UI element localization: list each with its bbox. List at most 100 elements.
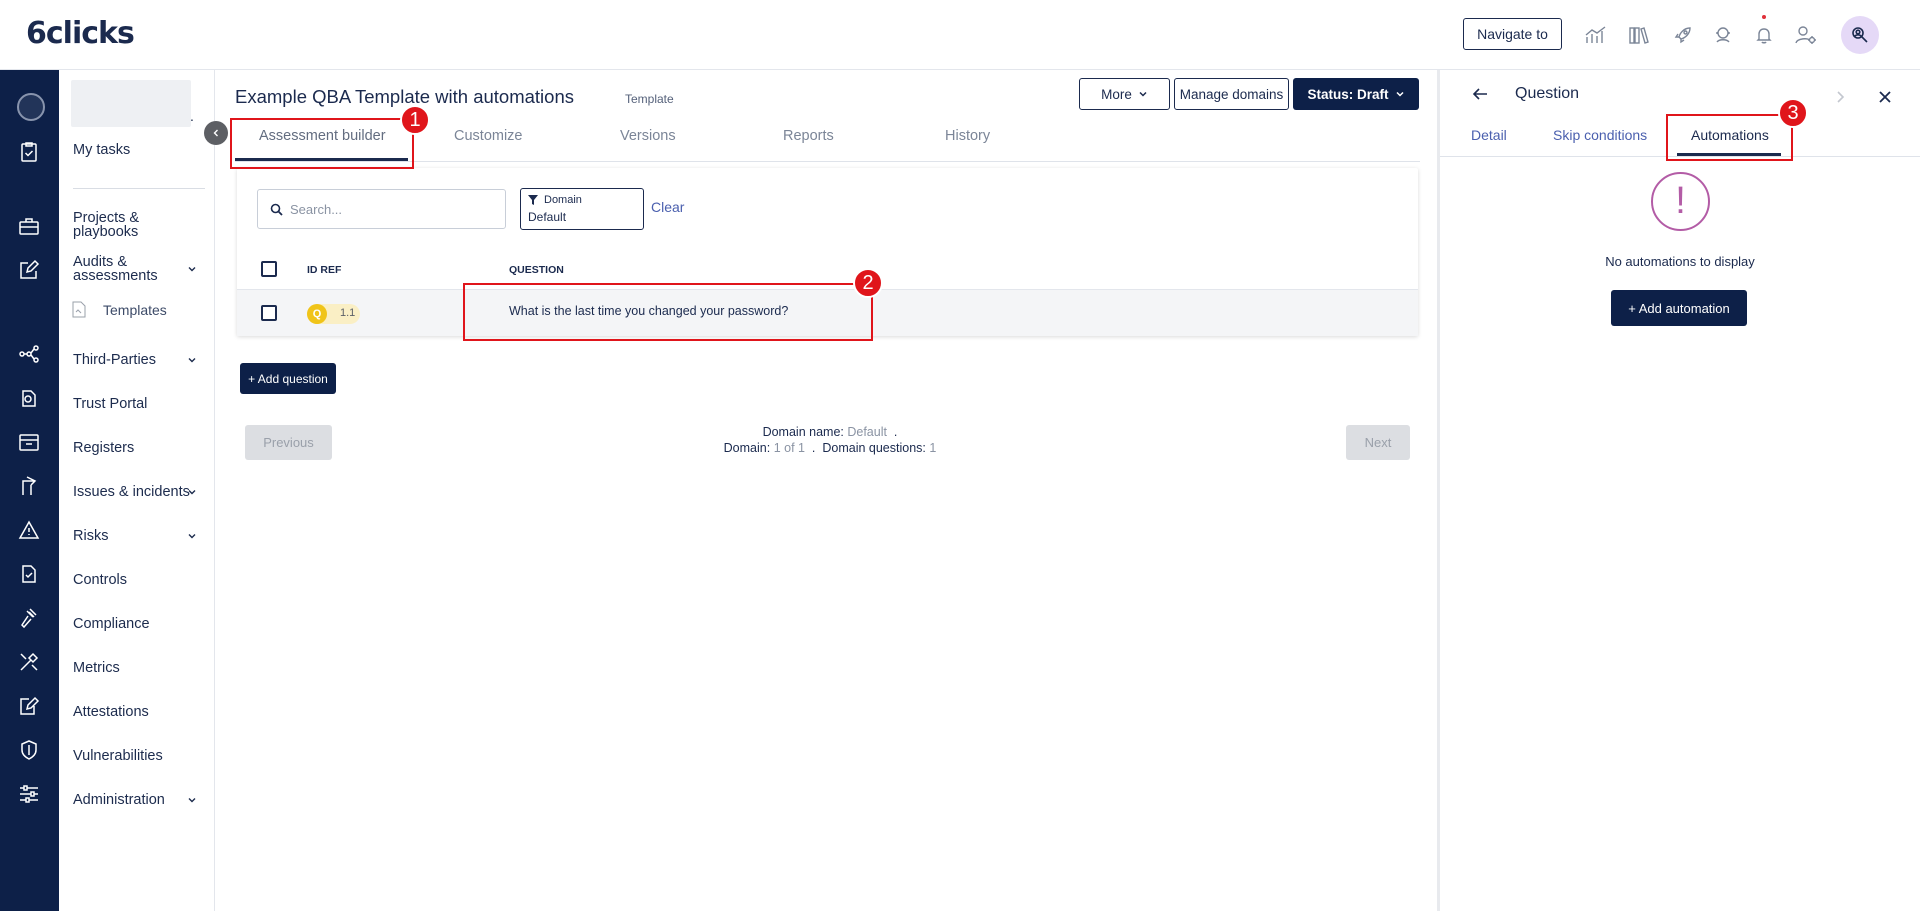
domain-questions-value: 1 — [929, 441, 937, 455]
separator: . — [893, 425, 898, 439]
chevron-down-icon[interactable] — [186, 354, 198, 366]
sidebar-item-administration[interactable]: Administration — [73, 793, 165, 808]
sidebar-item-projects[interactable]: Projects & playbooks — [73, 211, 173, 240]
page-title: Example QBA Template with automations — [235, 86, 574, 107]
chevron-down-icon[interactable] — [186, 486, 198, 498]
drawer-tab-skip-conditions[interactable]: Skip conditions — [1553, 127, 1647, 143]
empty-state-text: No automations to display — [1605, 254, 1755, 269]
sidebar-divider — [73, 188, 205, 189]
org-logo-placeholder — [71, 80, 191, 127]
column-header-question: QUESTION — [509, 264, 564, 276]
row-checkbox[interactable] — [261, 305, 277, 321]
manage-domains-button[interactable]: Manage domains — [1174, 78, 1289, 110]
sidebar-item-attestations[interactable]: Attestations — [73, 705, 149, 720]
drawer-tab-detail[interactable]: Detail — [1471, 127, 1507, 143]
avatar-icon[interactable] — [17, 93, 45, 121]
chevron-down-icon — [1395, 91, 1404, 97]
controls-icon[interactable] — [17, 562, 41, 586]
step-badge-1: 1 — [400, 105, 430, 135]
sidebar-menu: . My tasks Projects & playbooks Audits &… — [59, 70, 215, 911]
sidebar-item-my-tasks[interactable]: My tasks — [73, 143, 130, 158]
sidebar-item-risks[interactable]: Risks — [73, 529, 108, 544]
column-header-id-ref: ID REF — [307, 264, 342, 276]
gavel-icon[interactable] — [17, 606, 41, 630]
sidebar-item-third-parties[interactable]: Third-Parties — [73, 353, 156, 368]
sidebar-item-vulnerabilities[interactable]: Vulnerabilities — [73, 749, 163, 764]
sidebar-item-issues[interactable]: Issues & incidents — [73, 485, 190, 500]
attestation-icon[interactable] — [17, 694, 41, 718]
empty-state-warning-icon: ! — [1651, 172, 1710, 231]
top-header: 6clicks Navigate to — [0, 0, 1920, 70]
sidebar-item-audits[interactable]: Audits & assessments — [73, 255, 173, 284]
bell-icon[interactable] — [1751, 22, 1777, 48]
close-icon[interactable] — [1878, 90, 1892, 104]
support-icon[interactable] — [1710, 22, 1736, 48]
network-icon[interactable] — [17, 342, 41, 366]
status-button[interactable]: Status: Draft — [1293, 78, 1419, 110]
sidebar-item-metrics[interactable]: Metrics — [73, 661, 120, 676]
domain-filter[interactable]: Domain Default — [520, 188, 644, 230]
chevron-down-icon[interactable] — [186, 263, 198, 275]
question-id-ref: 1.1 — [340, 307, 356, 319]
search-icon — [270, 203, 283, 216]
edit-icon[interactable] — [17, 258, 41, 282]
sliders-icon[interactable] — [17, 782, 41, 806]
separator: . — [811, 441, 816, 455]
chevron-down-icon[interactable] — [186, 530, 198, 542]
collapse-sidebar-button[interactable] — [204, 121, 228, 145]
filter-icon — [528, 195, 538, 205]
sidebar-item-compliance[interactable]: Compliance — [73, 617, 150, 632]
sidebar-item-controls[interactable]: Controls — [73, 573, 127, 588]
step-badge-3: 3 — [1778, 98, 1808, 128]
tab-history[interactable]: History — [945, 128, 990, 144]
rocket-icon[interactable] — [1670, 22, 1696, 48]
chevron-right-icon[interactable] — [1835, 90, 1845, 104]
highlight-box-1 — [230, 118, 414, 169]
tab-reports[interactable]: Reports — [783, 128, 834, 144]
search-input[interactable] — [290, 190, 495, 228]
domain-name-label: Domain name: — [762, 425, 844, 439]
shield-icon[interactable] — [17, 738, 41, 762]
navigate-to-button[interactable]: Navigate to — [1463, 18, 1562, 50]
library-icon[interactable] — [1626, 22, 1652, 48]
incident-icon[interactable] — [17, 474, 41, 498]
clear-filters-link[interactable]: Clear — [651, 199, 684, 215]
pagination-info: Domain name: Default . Domain: 1 of 1 . … — [640, 424, 1020, 456]
search-box — [257, 189, 506, 229]
register-icon[interactable] — [17, 430, 41, 454]
tools-icon[interactable] — [17, 650, 41, 674]
portal-icon[interactable] — [17, 386, 41, 410]
domain-value: 1 of 1 — [773, 441, 805, 455]
user-settings-icon[interactable] — [1793, 22, 1819, 48]
next-button[interactable]: Next — [1346, 425, 1410, 460]
briefcase-icon[interactable] — [17, 214, 41, 238]
template-chip: Template — [625, 92, 674, 106]
sidebar-item-registers[interactable]: Registers — [73, 441, 134, 456]
drawer-title: Question — [1515, 85, 1580, 102]
sidebar-item-trust-portal[interactable]: Trust Portal — [73, 397, 147, 412]
sidebar-item-templates[interactable]: Templates — [103, 302, 167, 318]
more-label: More — [1101, 86, 1132, 102]
chevron-left-icon — [213, 129, 218, 137]
domain-questions-label: Domain questions: — [822, 441, 926, 455]
icon-rail — [0, 70, 59, 911]
highlight-box-2 — [463, 283, 873, 341]
template-doc-icon — [72, 301, 86, 318]
tab-versions[interactable]: Versions — [620, 128, 676, 144]
domain-filter-value: Default — [528, 210, 567, 224]
tasks-icon[interactable] — [17, 140, 41, 164]
tab-customize[interactable]: Customize — [454, 128, 523, 144]
select-all-checkbox[interactable] — [261, 261, 277, 277]
add-question-button[interactable]: + Add question — [240, 363, 336, 394]
app-logo[interactable]: 6clicks — [26, 16, 135, 51]
highlight-box-3 — [1666, 114, 1793, 161]
previous-button[interactable]: Previous — [245, 425, 332, 460]
more-button[interactable]: More — [1079, 78, 1170, 110]
add-automation-button[interactable]: + Add automation — [1611, 290, 1747, 326]
warning-icon[interactable] — [17, 518, 41, 542]
step-badge-2: 2 — [853, 268, 883, 298]
user-avatar[interactable] — [1841, 16, 1879, 54]
analytics-icon[interactable] — [1583, 22, 1609, 48]
back-arrow-icon[interactable] — [1471, 86, 1489, 102]
chevron-down-icon[interactable] — [186, 794, 198, 806]
